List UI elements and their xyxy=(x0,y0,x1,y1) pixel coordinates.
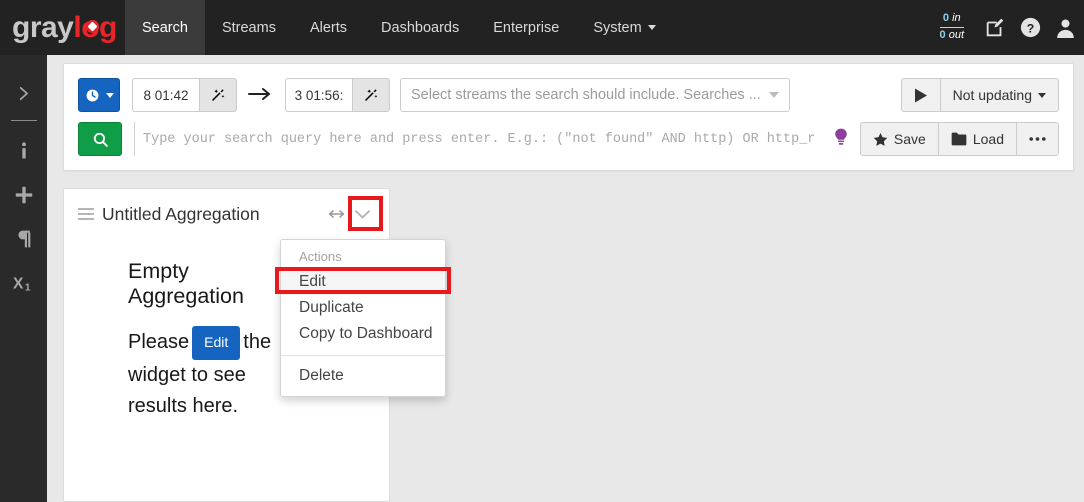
top-navbar: graylog Search Streams Alerts Dashboards… xyxy=(0,0,1084,55)
nav-label: Enterprise xyxy=(493,19,560,36)
lightbulb-icon[interactable] xyxy=(834,128,848,150)
menu-item-duplicate[interactable]: Duplicate xyxy=(281,295,445,321)
throughput-indicator[interactable]: 0 in 0 out xyxy=(934,12,970,43)
user-avatar-icon[interactable] xyxy=(1055,17,1076,38)
navbar-right: 0 in 0 out ? xyxy=(934,0,1084,55)
widget-title: Untitled Aggregation xyxy=(102,203,260,224)
chevron-down-icon xyxy=(354,209,371,218)
folder-icon xyxy=(951,132,967,146)
refresh-controls-group: Not updating xyxy=(900,78,1059,112)
chevron-down-icon xyxy=(769,92,779,98)
search-bar-row-bottom: Type your search query here and press en… xyxy=(78,122,1059,156)
search-query-input[interactable]: Type your search query here and press en… xyxy=(134,122,850,156)
refresh-interval-label: Not updating xyxy=(952,87,1032,103)
widget-header-actions xyxy=(327,201,375,227)
throughput-out-value: 0 xyxy=(939,29,946,41)
desc-before-text: Please xyxy=(128,331,190,354)
sidebar-divider xyxy=(10,120,37,121)
main-nav: Search Streams Alerts Dashboards Enterpr… xyxy=(125,0,673,55)
widget-header: Untitled Aggregation xyxy=(64,189,389,233)
load-search-label: Load xyxy=(972,131,1004,147)
resize-horizontal-icon[interactable] xyxy=(327,208,346,220)
throughput-in: 0 in xyxy=(939,12,964,28)
more-actions-button[interactable] xyxy=(1016,122,1059,156)
throughput-out: 0 out xyxy=(940,28,964,43)
timerange-to-wand-icon[interactable] xyxy=(352,78,390,112)
nav-item-search[interactable]: Search xyxy=(125,0,205,55)
timerange-type-button[interactable] xyxy=(78,78,120,112)
chevron-down-icon xyxy=(647,25,656,30)
search-bar-row-top: 8 01:42 3 01:56: Select streams the sear… xyxy=(78,78,1059,112)
nav-label: Dashboards xyxy=(381,19,460,36)
stream-selector[interactable]: Select streams the search should include… xyxy=(400,78,790,112)
menu-divider xyxy=(281,355,445,356)
info-icon[interactable] xyxy=(0,129,47,173)
menu-item-delete[interactable]: Delete xyxy=(281,363,445,389)
timerange-arrow-icon xyxy=(237,85,285,105)
drag-handle-icon[interactable] xyxy=(78,208,94,220)
graylog-search-page: graylog Search Streams Alerts Dashboards… xyxy=(0,0,1084,502)
refresh-interval-dropdown[interactable]: Not updating xyxy=(939,78,1059,112)
nav-label: System xyxy=(593,19,642,36)
chevron-down-icon xyxy=(1038,92,1046,98)
timerange-from-wand-icon[interactable] xyxy=(199,78,237,112)
subscript-x1-icon[interactable]: X 1 xyxy=(0,261,47,305)
nav-item-alerts[interactable]: Alerts xyxy=(293,0,364,55)
star-icon xyxy=(873,132,888,146)
menu-item-edit[interactable]: Edit xyxy=(281,269,445,295)
throughput-in-label: in xyxy=(952,12,961,25)
throughput-out-label: out xyxy=(948,29,964,41)
widget-actions-toggle[interactable] xyxy=(350,201,375,227)
brand-second: log xyxy=(73,11,117,44)
brand-first: gray xyxy=(12,10,74,44)
menu-section-header: Actions xyxy=(299,249,342,264)
svg-text:1: 1 xyxy=(24,282,30,293)
expand-chevron-icon[interactable] xyxy=(0,71,47,115)
nav-item-streams[interactable]: Streams xyxy=(205,0,293,55)
throughput-in-value: 0 xyxy=(942,12,949,25)
timerange-from-input[interactable]: 8 01:42 xyxy=(132,78,199,112)
timerange-to-input[interactable]: 3 01:56: xyxy=(285,78,352,112)
stream-selector-placeholder: Select streams the search should include… xyxy=(411,87,761,103)
empty-aggregation-description: Please Edit the widget to see results here… xyxy=(128,326,278,422)
nav-item-system[interactable]: System xyxy=(576,0,672,55)
chevron-down-icon xyxy=(105,92,114,98)
timerange-to-group: 3 01:56: xyxy=(285,78,390,112)
brand-text: graylog xyxy=(12,10,117,44)
widget-edit-button[interactable]: Edit xyxy=(192,326,241,360)
left-sidebar: X 1 xyxy=(0,55,47,502)
refresh-play-button[interactable] xyxy=(900,78,941,112)
help-circle-icon[interactable]: ? xyxy=(1020,17,1041,38)
load-search-button[interactable]: Load xyxy=(937,122,1017,156)
pilcrow-icon[interactable] xyxy=(0,217,47,261)
widget-actions-menu: Actions Edit Duplicate Copy to Dashboard… xyxy=(280,239,446,397)
save-search-button[interactable]: Save xyxy=(859,122,939,156)
nav-item-enterprise[interactable]: Enterprise xyxy=(476,0,576,55)
svg-text:?: ? xyxy=(1027,21,1034,35)
compass-dot-icon xyxy=(86,19,100,33)
save-search-label: Save xyxy=(893,131,926,147)
ellipsis-icon xyxy=(1029,137,1046,141)
graylog-logo[interactable]: graylog xyxy=(0,0,125,55)
add-icon[interactable] xyxy=(0,173,47,217)
nav-label: Search xyxy=(142,19,188,36)
search-actions-group: Save Load xyxy=(859,122,1059,156)
empty-aggregation-title: Empty Aggregation xyxy=(128,259,244,308)
search-bar-card: 8 01:42 3 01:56: Select streams the sear… xyxy=(63,63,1074,171)
edit-pencil-icon[interactable] xyxy=(984,17,1006,39)
search-submit-button[interactable] xyxy=(78,122,122,156)
timerange-from-group: 8 01:42 xyxy=(132,78,237,112)
search-query-placeholder: Type your search query here and press en… xyxy=(143,131,816,147)
nav-label: Streams xyxy=(221,19,276,36)
nav-item-dashboards[interactable]: Dashboards xyxy=(364,0,476,55)
svg-text:X: X xyxy=(13,276,24,293)
menu-item-copy-to-dashboard[interactable]: Copy to Dashboard xyxy=(281,321,445,347)
nav-label: Alerts xyxy=(309,19,348,36)
